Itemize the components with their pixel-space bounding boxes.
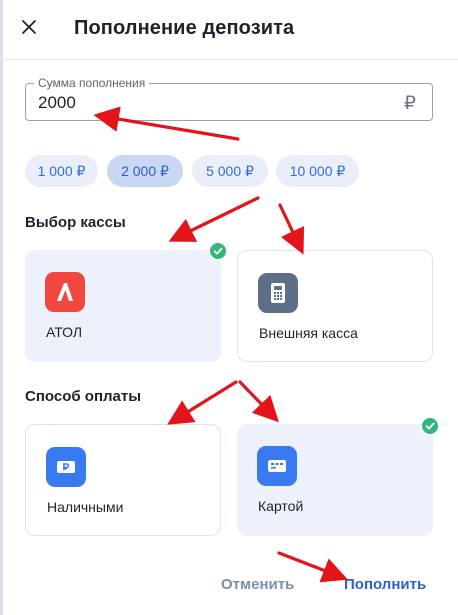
- background-edge: [0, 0, 3, 615]
- register-option-label: АТОЛ: [46, 324, 83, 340]
- dialog-header: Пополнение депозита: [0, 0, 458, 60]
- preset-chip-10000[interactable]: 10 000 ₽: [276, 155, 359, 187]
- payment-option-label: Картой: [258, 498, 304, 514]
- amount-field[interactable]: Сумма пополнения 2000 ₽: [25, 76, 433, 121]
- cancel-button[interactable]: Отменить: [221, 576, 294, 593]
- card-icon: [257, 446, 297, 486]
- close-button[interactable]: [14, 14, 44, 44]
- register-option-atol[interactable]: АТОЛ: [25, 250, 221, 362]
- payment-option-label: Наличными: [47, 499, 124, 515]
- selected-check-icon: [420, 416, 440, 436]
- payment-option-cash[interactable]: Наличными: [25, 424, 221, 536]
- payment-option-card[interactable]: Картой: [237, 424, 433, 536]
- annotation-arrow: [238, 380, 279, 423]
- amount-label: Сумма пополнения: [34, 76, 150, 90]
- register-option-external[interactable]: Внешняя касса: [237, 250, 433, 362]
- selected-check-icon: [208, 241, 228, 261]
- annotation-arrow: [167, 380, 238, 425]
- preset-chip-5000[interactable]: 5 000 ₽: [192, 155, 268, 187]
- cash-register-icon: [258, 273, 298, 313]
- register-section-title: Выбор кассы: [25, 214, 126, 231]
- preset-chip-1000[interactable]: 1 000 ₽: [25, 155, 98, 187]
- amount-input[interactable]: 2000: [38, 93, 76, 113]
- atol-logo-icon: [45, 272, 85, 312]
- register-option-label: Внешняя касса: [259, 325, 358, 341]
- close-icon: [21, 19, 37, 40]
- payment-section-title: Способ оплаты: [25, 388, 142, 405]
- page-title: Пополнение депозита: [74, 17, 295, 39]
- cash-icon: [46, 447, 86, 487]
- annotation-arrow: [277, 551, 348, 583]
- preset-chip-2000[interactable]: 2 000 ₽: [107, 155, 183, 187]
- annotation-arrow: [278, 203, 305, 255]
- submit-button[interactable]: Пополнить: [344, 576, 426, 593]
- annotation-arrow: [168, 196, 260, 242]
- ruble-icon: ₽: [403, 93, 416, 114]
